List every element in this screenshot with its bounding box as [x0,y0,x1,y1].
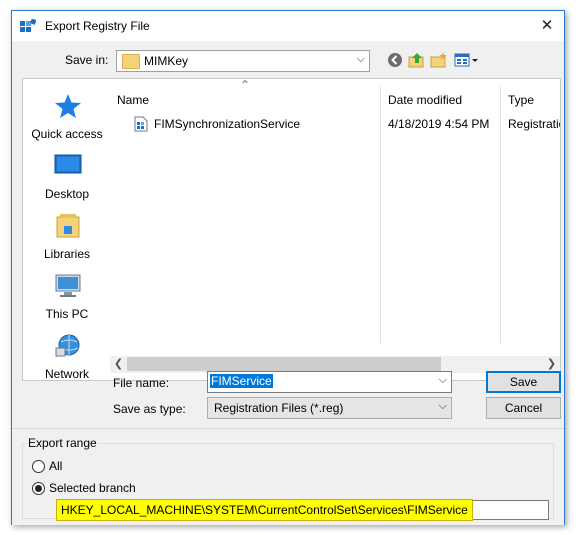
export-range-panel: Export range All Selected branch HKEY_LO… [12,428,564,525]
export-registry-dialog: Export Registry File ✕ Save in: MIMKey ⌵… [11,10,565,525]
new-folder-icon[interactable] [430,52,448,68]
quick-access-star-icon [55,94,81,118]
save-in-combo[interactable]: MIMKey ⌵ [116,50,370,72]
scrollbar-thumb[interactable] [127,357,441,371]
desktop-icon [54,154,82,174]
registry-file-icon [134,116,148,132]
back-icon[interactable] [386,52,404,68]
column-divider [380,85,381,343]
place-libraries[interactable]: Libraries [23,213,111,271]
file-name-value: FIMService [210,374,273,388]
save-in-value: MIMKey [144,54,189,68]
radio-all-label[interactable]: All [49,459,62,473]
place-label: Network [44,367,89,381]
registry-editor-icon [20,19,36,32]
save-in-label: Save in: [65,53,109,67]
place-label: Quick access [31,127,103,141]
place-quick-access[interactable]: Quick access [23,93,111,151]
place-network[interactable]: Network [23,333,111,391]
chevron-down-icon: ⌵ [438,374,447,386]
selected-branch-input[interactable]: HKEY_LOCAL_MACHINE\SYSTEM\CurrentControl… [56,499,549,521]
export-range-legend: Export range [26,436,99,450]
file-row-date: 4/18/2019 4:54 PM [388,117,490,131]
close-icon[interactable]: ✕ [530,11,564,41]
file-name-label: File name: [113,376,170,390]
place-label: Desktop [44,187,90,201]
chevron-down-icon: ⌵ [438,400,447,412]
file-row-type: Registratio [508,117,561,131]
file-list: ⌃ Name Date modified Type FIMSynchroniza… [110,78,561,381]
place-this-pc[interactable]: This PC [23,273,111,331]
column-divider [500,85,501,343]
places-bar: Quick access Desktop Libraries This PC N… [22,78,112,381]
place-label: This PC [45,307,89,321]
save-as-type-value: Registration Files (*.reg) [214,401,344,415]
column-header-type[interactable]: Type [508,93,534,107]
radio-selected-branch-label[interactable]: Selected branch [49,481,136,495]
save-button[interactable]: Save [486,371,561,393]
up-folder-icon[interactable] [408,52,426,68]
folder-icon [122,54,140,69]
file-row-name[interactable]: FIMSynchronizationService [154,117,300,131]
window-title: Export Registry File [45,19,150,33]
place-desktop[interactable]: Desktop [23,153,111,211]
cancel-button[interactable]: Cancel [486,397,561,419]
chevron-down-icon: ⌵ [356,53,365,65]
save-as-type-select[interactable]: Registration Files (*.reg) ⌵ [207,397,452,419]
network-icon [55,334,80,357]
file-name-input[interactable]: FIMService ⌵ [207,371,452,393]
radio-all[interactable] [32,460,45,473]
place-label: Libraries [43,247,91,261]
save-as-type-label: Save as type: [113,402,186,416]
scroll-left-icon[interactable]: ❮ [110,356,127,373]
radio-selected-dot [35,485,42,492]
column-header-date-modified[interactable]: Date modified [388,93,462,107]
view-menu-icon[interactable] [454,52,480,68]
libraries-icon [56,214,80,238]
branch-path-text: HKEY_LOCAL_MACHINE\SYSTEM\CurrentControl… [56,499,473,521]
column-header-name[interactable]: Name [117,93,149,107]
title-bar: Export Registry File ✕ [12,11,564,41]
sort-ascending-icon: ⌃ [240,78,251,92]
radio-selected-branch[interactable] [32,482,45,495]
this-pc-icon [55,274,81,297]
